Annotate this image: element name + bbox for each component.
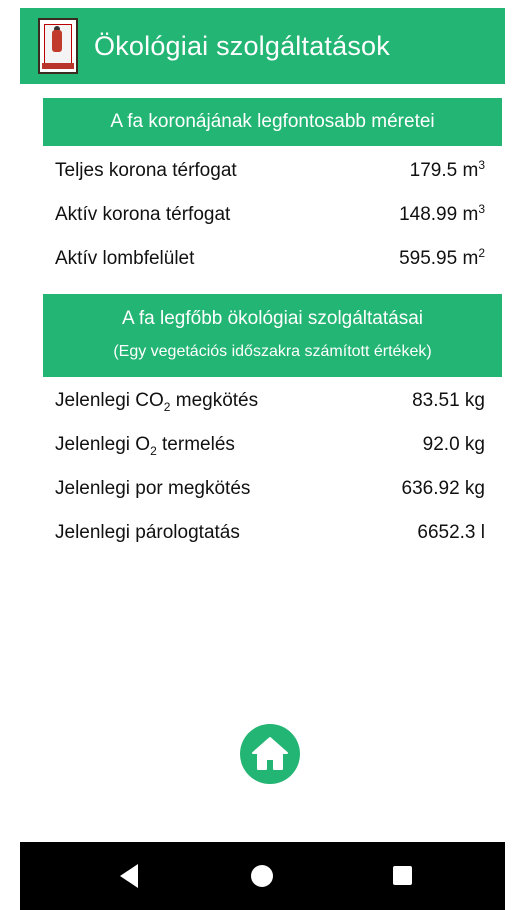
row-label: Jelenlegi CO2 megkötés <box>55 390 259 414</box>
crown-row-total-volume: Teljes korona térfogat 179.5 m3 <box>55 158 485 190</box>
home-circle-icon[interactable] <box>251 865 273 887</box>
status-bar-area <box>0 0 525 8</box>
row-value: 595.95 m2 <box>399 246 485 269</box>
app-logo <box>38 18 78 74</box>
services-section-header: A fa legfőbb ökológiai szolgáltatásai (E… <box>43 294 502 377</box>
row-value: 636.92 kg <box>401 478 485 499</box>
services-row-o2: Jelenlegi O2 termelés 92.0 kg <box>55 434 485 464</box>
app-bar: Ökológiai szolgáltatások <box>20 8 505 84</box>
row-label: Teljes korona térfogat <box>55 160 237 181</box>
home-icon <box>252 737 288 770</box>
row-value: 148.99 m3 <box>399 202 485 225</box>
system-nav-bar <box>20 842 505 910</box>
app-title: Ökológiai szolgáltatások <box>94 30 390 61</box>
row-value: 92.0 kg <box>422 434 485 455</box>
crown-section-header: A fa koronájának legfontosabb méretei <box>43 98 502 146</box>
services-row-evaporation: Jelenlegi párologtatás 6652.3 l <box>55 522 485 552</box>
row-value: 83.51 kg <box>412 390 485 411</box>
services-row-dust: Jelenlegi por megkötés 636.92 kg <box>55 478 485 508</box>
row-label: Aktív korona térfogat <box>55 204 231 225</box>
row-value: 179.5 m3 <box>409 158 485 181</box>
crown-row-active-volume: Aktív korona térfogat 148.99 m3 <box>55 202 485 234</box>
home-button[interactable] <box>240 724 300 784</box>
recent-apps-square-icon[interactable] <box>393 866 412 885</box>
row-label: Aktív lombfelület <box>55 248 195 269</box>
services-header-subtitle: (Egy vegetációs időszakra számított érté… <box>113 343 432 360</box>
back-triangle-icon[interactable] <box>120 864 138 888</box>
row-label: Jelenlegi O2 termelés <box>55 434 235 458</box>
services-header-title: A fa legfőbb ökológiai szolgáltatásai <box>121 308 424 329</box>
row-label: Jelenlegi por megkötés <box>55 478 251 499</box>
row-label: Jelenlegi párologtatás <box>55 522 240 543</box>
row-value: 6652.3 l <box>417 522 485 543</box>
crown-row-leaf-area: Aktív lombfelület 595.95 m2 <box>55 246 485 278</box>
services-row-co2: Jelenlegi CO2 megkötés 83.51 kg <box>55 390 485 420</box>
